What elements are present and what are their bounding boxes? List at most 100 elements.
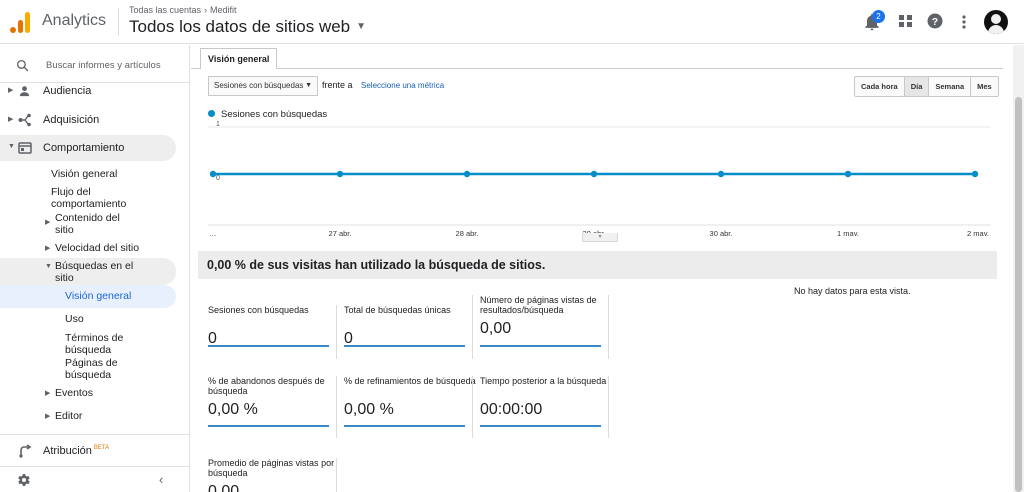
tile-divider <box>472 376 473 438</box>
data-point <box>336 170 344 178</box>
search-icon <box>16 59 29 77</box>
tile-sparkline <box>480 425 601 427</box>
tile-sparkline <box>344 345 465 347</box>
metric-tile-sessions[interactable]: Sesiones con búsquedas 0 <box>208 305 344 348</box>
select-metric-link[interactable]: Seleccione una métrica <box>361 81 444 90</box>
data-point <box>209 170 217 178</box>
search-input[interactable]: Buscar informes y artículos <box>46 60 161 71</box>
period-hourly-button[interactable]: Cada hora <box>855 77 905 96</box>
metric-tile-refinements[interactable]: % de refinamientos de búsqueda 0,00 % <box>344 376 480 427</box>
sidebar-item-label: Contenido del sitio <box>55 212 120 236</box>
chart-resize-handle[interactable]: ▾ <box>582 233 618 242</box>
more-options-icon[interactable] <box>956 12 976 32</box>
sidebar-item-terminos[interactable]: Términos de búsqueda <box>65 332 137 356</box>
sidebar-item-eventos[interactable]: ▶ Eventos <box>45 387 93 399</box>
data-point <box>844 170 852 178</box>
x-tick-label: 27 abr. <box>329 229 352 236</box>
collapse-arrow-icon: ▼ <box>45 263 52 270</box>
period-month-button[interactable]: Mes <box>971 77 998 96</box>
sidebar-item-busquedas-vision-general[interactable]: Visión general <box>65 290 131 302</box>
beta-badge: BETA <box>93 445 110 451</box>
sidebar-item-flujo[interactable]: Flujo del comportamiento <box>51 186 161 210</box>
sidebar-item-uso[interactable]: Uso <box>65 313 84 325</box>
compare-label: frente a <box>322 80 353 90</box>
sidebar-item-label: Búsquedas en el sitio <box>55 260 134 284</box>
period-week-button[interactable]: Semana <box>929 77 972 96</box>
breadcrumb-account[interactable]: Todas las cuentas <box>129 5 201 15</box>
tile-divider <box>608 376 609 438</box>
tab-vision-general[interactable]: Visión general <box>200 48 278 69</box>
tile-label: Tiempo posterior a la búsqueda <box>480 376 607 386</box>
breadcrumb-chevron-icon: › <box>204 5 208 15</box>
tile-sparkline <box>344 425 465 427</box>
account-avatar[interactable] <box>984 10 1008 34</box>
apps-grid-icon[interactable] <box>897 12 917 32</box>
sidebar-item-paginas[interactable]: Páginas de búsqueda <box>65 357 137 381</box>
metric-tile-unique-searches[interactable]: Total de búsquedas únicas 0 <box>344 305 480 348</box>
tile-label: Número de páginas vistas de resultados/b… <box>480 295 597 315</box>
sidebar-item-label: Atribución BETA <box>43 445 109 457</box>
person-icon <box>18 85 32 99</box>
tile-value: 0,00 <box>208 483 240 492</box>
view-title: Todos los datos de sitios web <box>129 17 351 36</box>
help-icon[interactable]: ? <box>926 12 946 32</box>
sidebar-item-label: Audiencia <box>43 85 92 97</box>
expand-arrow-icon: ▶ <box>45 219 51 226</box>
tile-value: 0,00 % <box>344 401 394 418</box>
view-selector[interactable]: Todos los datos de sitios web ▼ <box>129 17 366 37</box>
attribution-icon <box>18 444 32 458</box>
tile-label: % de abandonos después de búsqueda <box>208 376 325 396</box>
data-point <box>717 170 725 178</box>
period-toggle-group: Cada hora Día Semana Mes <box>854 76 999 97</box>
data-point <box>971 170 979 178</box>
metric-tile-pages-per-search[interactable]: Promedio de páginas vistas por búsqueda … <box>208 458 344 492</box>
acquisition-icon <box>18 113 32 127</box>
sidebar-footer: ‹ <box>0 466 190 492</box>
period-day-button[interactable]: Día <box>904 77 930 96</box>
dropdown-arrow-icon: ▼ <box>305 82 312 89</box>
x-tick-label: 30 abr. <box>710 229 733 236</box>
sidebar-item-audiencia[interactable]: ▶ Audiencia <box>0 83 190 101</box>
tile-divider <box>608 295 609 359</box>
sidebar-item-label: Velocidad del sitio <box>55 242 140 254</box>
collapse-sidebar-chevron-icon[interactable]: ‹ <box>159 472 163 487</box>
expand-arrow-icon: ▶ <box>45 245 51 252</box>
caret-down-icon: ▼ <box>356 21 367 32</box>
app-name: Analytics <box>42 12 107 29</box>
notification-count-badge: 2 <box>872 10 885 23</box>
analytics-logo-icon[interactable] <box>10 11 32 33</box>
sidebar-item-contenido[interactable]: ▶ Contenido del sitio <box>45 212 135 236</box>
sidebar-item-atribucion[interactable]: Atribución BETA <box>0 438 190 464</box>
report-search[interactable]: Buscar informes y artículos <box>0 45 190 83</box>
settings-gear-icon[interactable] <box>17 473 31 492</box>
tile-sparkline <box>208 345 329 347</box>
sidebar-item-velocidad[interactable]: ▶ Velocidad del sitio <box>45 242 140 254</box>
breadcrumb[interactable]: Todas las cuentas › Medifit <box>129 5 237 15</box>
metric-tile-results-pageviews[interactable]: Número de páginas vistas de resultados/b… <box>480 295 616 347</box>
metric-select[interactable]: Sesiones con búsquedas ▼ <box>208 76 318 96</box>
site-search-summary: 0,00 % de sus visitas han utilizado la b… <box>198 251 997 279</box>
tile-divider <box>336 376 337 438</box>
y-tick-label: 1 <box>216 121 220 128</box>
chart-legend[interactable]: Sesiones con búsquedas <box>208 109 327 120</box>
breadcrumb-property[interactable]: Medifit <box>210 5 237 15</box>
tile-divider <box>472 295 473 359</box>
svg-text:?: ? <box>932 16 938 28</box>
x-tick-label: 28 abr. <box>456 229 479 236</box>
sidebar-item-comportamiento[interactable]: ▼ Comportamiento <box>0 135 176 161</box>
sidebar-item-busquedas[interactable]: ▼ Búsquedas en el sitio <box>45 260 145 284</box>
sidebar-item-vision-general[interactable]: Visión general <box>51 168 117 180</box>
page-scrollbar[interactable] <box>1013 45 1024 492</box>
sidebar-item-adquisicion[interactable]: ▶ Adquisición <box>0 107 190 133</box>
tile-sparkline <box>480 345 601 347</box>
expand-arrow-icon: ▶ <box>8 116 14 123</box>
sessions-line-chart[interactable]: 10…27 abr.28 abr.29 abr.30 abr.1 may.2 m… <box>191 121 1001 236</box>
sidebar-item-editor[interactable]: ▶ Editor <box>45 410 82 422</box>
tile-label: Sesiones con búsquedas <box>208 305 309 315</box>
metric-tile-exit-rate[interactable]: % de abandonos después de búsqueda 0,00 … <box>208 376 344 427</box>
x-tick-label: 1 may. <box>837 229 859 236</box>
scrollbar-thumb[interactable] <box>1015 97 1022 492</box>
no-data-message: No hay datos para esta vista. <box>794 286 911 296</box>
header-divider <box>118 8 119 36</box>
metric-tile-time-after-search[interactable]: Tiempo posterior a la búsqueda 00:00:00 <box>480 376 616 427</box>
